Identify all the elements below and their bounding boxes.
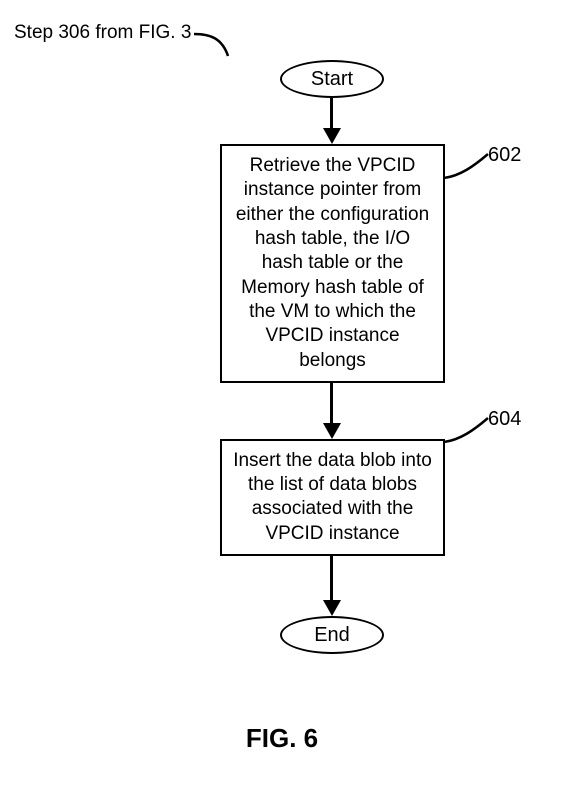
start-label: Start <box>311 68 353 91</box>
figure-label: FIG. 6 <box>0 723 564 754</box>
end-label: End <box>314 624 350 647</box>
arrow-604-to-end <box>330 556 334 616</box>
arrow-start-to-602 <box>330 98 334 144</box>
start-terminator: Start <box>280 60 384 98</box>
flowchart: Start Retrieve the VPCID instance pointe… <box>0 60 564 654</box>
ref-602-pointer <box>442 148 502 188</box>
process-604: Insert the data blob into the list of da… <box>220 439 445 556</box>
entry-reference-caption: Step 306 from FIG. 3 <box>14 22 191 44</box>
process-604-text: Insert the data blob into the list of da… <box>233 450 432 544</box>
arrow-602-to-604 <box>330 383 334 439</box>
process-602: Retrieve the VPCID instance pointer from… <box>220 144 445 383</box>
end-terminator: End <box>280 616 384 654</box>
process-602-text: Retrieve the VPCID instance pointer from… <box>236 155 429 371</box>
ref-604-pointer <box>442 412 502 452</box>
